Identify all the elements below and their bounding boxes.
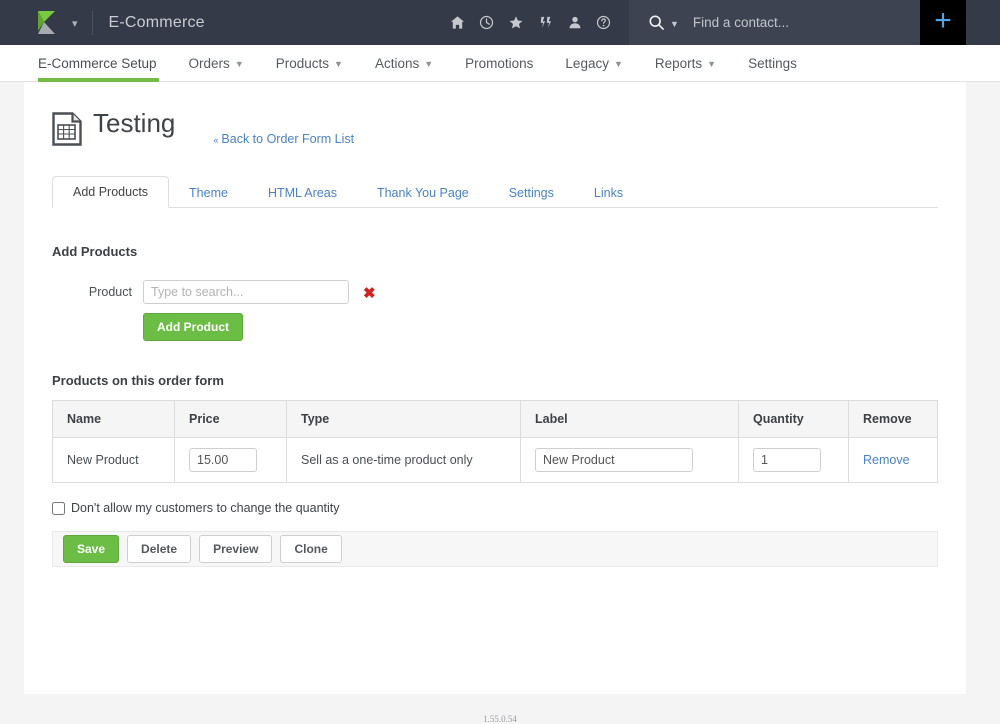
lock-quantity-checkbox[interactable] bbox=[52, 501, 65, 515]
page-body: Testing «Back to Order Form List Add Pro… bbox=[0, 82, 1000, 724]
plus-icon: + bbox=[934, 4, 952, 37]
nav-item-orders[interactable]: Orders ▼ bbox=[173, 45, 260, 81]
column-header-name: Name bbox=[52, 400, 175, 438]
star-icon[interactable] bbox=[508, 15, 524, 31]
left-arrow-icon: « bbox=[213, 135, 219, 145]
tab-label: Add Products bbox=[73, 184, 149, 199]
logo-menu[interactable]: ▾ bbox=[0, 8, 78, 38]
remove-product-link[interactable]: Remove bbox=[863, 453, 910, 467]
tab-html-areas[interactable]: HTML Areas bbox=[248, 185, 357, 208]
chevron-down-icon: ▼ bbox=[334, 58, 343, 69]
app-title: E-Commerce bbox=[108, 13, 205, 31]
search-icon[interactable] bbox=[648, 14, 665, 31]
home-icon[interactable] bbox=[450, 15, 465, 30]
tab-links[interactable]: Links bbox=[574, 185, 643, 208]
price-input[interactable] bbox=[189, 448, 257, 472]
tab-thank-you-page[interactable]: Thank You Page bbox=[357, 185, 489, 208]
nav-item-reports[interactable]: Reports ▼ bbox=[639, 45, 732, 81]
page-title: Testing bbox=[93, 108, 176, 138]
nav-item-label: Orders bbox=[188, 55, 230, 71]
nav-item-label: Legacy bbox=[565, 55, 609, 71]
header-divider bbox=[91, 10, 93, 35]
column-header-label: Label bbox=[520, 400, 739, 438]
add-new-button[interactable]: + bbox=[920, 0, 966, 45]
tab-label: Settings bbox=[508, 185, 554, 200]
page-header: Testing «Back to Order Form List bbox=[24, 82, 966, 149]
chevron-down-icon: ▼ bbox=[613, 58, 623, 69]
nav-item-label: Actions bbox=[374, 55, 420, 71]
lock-quantity-label[interactable]: Don't allow my customers to change the q… bbox=[71, 501, 340, 515]
tab-label: Thank You Page bbox=[376, 185, 469, 200]
person-icon[interactable] bbox=[568, 15, 582, 30]
table-row: New Product Sell as a one-time product o… bbox=[52, 437, 938, 483]
add-product-button[interactable]: Add Product bbox=[143, 313, 243, 341]
top-bar-icon-group bbox=[450, 0, 611, 45]
cell-price bbox=[174, 437, 287, 483]
clone-button[interactable]: Clone bbox=[280, 535, 342, 563]
back-to-order-form-list-link[interactable]: «Back to Order Form List bbox=[213, 132, 354, 146]
keap-logo-icon[interactable] bbox=[33, 8, 63, 38]
cell-quantity bbox=[738, 437, 849, 483]
back-link-label: Back to Order Form List bbox=[221, 132, 355, 146]
nav-item-legacy[interactable]: Legacy ▼ bbox=[549, 45, 638, 81]
preview-button[interactable]: Preview bbox=[199, 535, 273, 563]
nav-item-label: Promotions bbox=[465, 55, 534, 71]
cell-label bbox=[520, 437, 739, 483]
chevron-down-icon: ▼ bbox=[707, 58, 717, 69]
campaign-icon[interactable] bbox=[538, 15, 554, 30]
contact-search-bar[interactable]: ▼ Find a contact... bbox=[629, 0, 920, 45]
product-field-label: Product bbox=[88, 285, 132, 299]
delete-button[interactable]: Delete bbox=[127, 535, 192, 563]
content-card: Testing «Back to Order Form List Add Pro… bbox=[24, 82, 966, 694]
nav-item-label: Reports bbox=[654, 55, 703, 71]
version-label: 1.55.0.54 bbox=[483, 714, 517, 724]
products-table-heading: Products on this order form bbox=[52, 373, 224, 388]
save-button[interactable]: Save bbox=[63, 535, 120, 563]
label-input[interactable] bbox=[535, 448, 693, 472]
search-input[interactable]: Find a contact... bbox=[693, 15, 789, 30]
cell-type: Sell as a one-time product only bbox=[286, 437, 521, 483]
tab-add-products[interactable]: Add Products bbox=[52, 175, 170, 208]
cell-product-name: New Product bbox=[52, 437, 175, 483]
column-header-price: Price bbox=[174, 400, 287, 438]
tab-theme[interactable]: Theme bbox=[169, 185, 248, 208]
nav-item-ecommerce-setup[interactable]: E-Commerce Setup bbox=[24, 45, 173, 82]
nav-item-actions[interactable]: Actions ▼ bbox=[359, 45, 449, 81]
chevron-down-icon[interactable]: ▾ bbox=[72, 17, 78, 30]
nav-item-settings[interactable]: Settings bbox=[732, 45, 813, 81]
quantity-input[interactable] bbox=[753, 448, 821, 472]
products-table: Name Price Type Label Quantity Remove Ne… bbox=[52, 400, 938, 483]
action-button-bar: Save Delete Preview Clone bbox=[52, 531, 938, 567]
add-product-button-wrap: Add Product bbox=[143, 313, 966, 341]
top-bar-right-filler bbox=[966, 0, 1000, 45]
tab-label: HTML Areas bbox=[267, 185, 337, 200]
nav-item-label: Products bbox=[275, 55, 330, 71]
tab-label: Links bbox=[593, 185, 624, 200]
column-header-remove: Remove bbox=[848, 400, 938, 438]
nav-item-promotions[interactable]: Promotions bbox=[449, 45, 549, 81]
cell-remove: Remove bbox=[848, 437, 938, 483]
tab-settings[interactable]: Settings bbox=[489, 185, 574, 208]
chevron-down-icon: ▼ bbox=[234, 58, 244, 69]
sub-tab-bar: Add Products Theme HTML Areas Thank You … bbox=[52, 175, 938, 208]
table-header-row: Name Price Type Label Quantity Remove bbox=[52, 400, 938, 438]
nav-item-label: E-Commerce Setup bbox=[38, 55, 157, 71]
order-form-icon bbox=[52, 112, 82, 149]
nav-item-label: Settings bbox=[748, 55, 797, 71]
add-products-heading: Add Products bbox=[52, 244, 138, 259]
product-search-input[interactable] bbox=[143, 280, 349, 304]
chevron-down-icon: ▼ bbox=[424, 58, 434, 69]
nav-item-products[interactable]: Products ▼ bbox=[260, 45, 359, 81]
top-bar: ▾ E-Commerce ▼ Find a contact... + bbox=[0, 0, 1000, 45]
help-icon[interactable] bbox=[596, 15, 611, 30]
clock-icon[interactable] bbox=[479, 15, 494, 30]
red-x-icon[interactable]: ✖ bbox=[363, 286, 376, 301]
tab-label: Theme bbox=[189, 185, 228, 200]
main-navigation: E-Commerce Setup Orders ▼ Products ▼ Act… bbox=[0, 45, 1000, 82]
product-search-row: Product ✖ bbox=[52, 280, 966, 304]
column-header-type: Type bbox=[286, 400, 521, 438]
column-header-quantity: Quantity bbox=[738, 400, 849, 438]
caret-down-icon[interactable]: ▼ bbox=[670, 19, 679, 29]
lock-quantity-row: Don't allow my customers to change the q… bbox=[52, 501, 966, 515]
